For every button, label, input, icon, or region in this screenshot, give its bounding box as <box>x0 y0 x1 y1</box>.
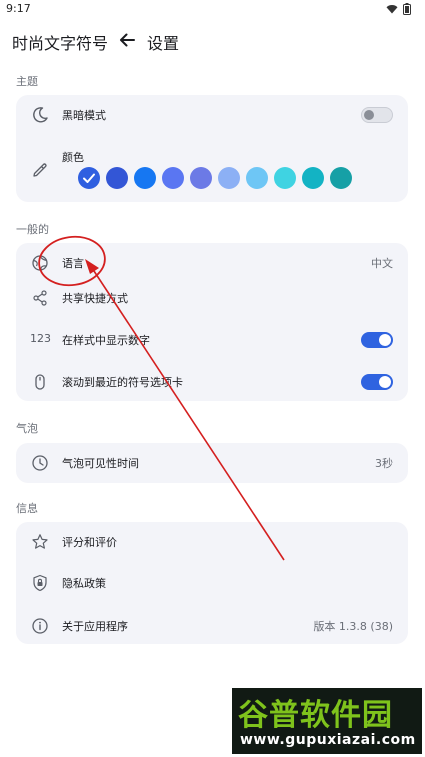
visibility-time-label: 气泡可见性时间 <box>62 457 139 470</box>
show-numbers-toggle[interactable] <box>361 332 393 348</box>
numbers-icon: 123 <box>30 332 51 345</box>
info-icon <box>32 618 48 634</box>
general-card: 语言 中文 共享快捷方式 123 在样式中显示数字 滚动到最近的符号选项卡 <box>16 243 408 401</box>
language-row[interactable]: 语言 中文 <box>16 243 408 283</box>
app-bar: 时尚文字符号 设置 <box>0 24 425 58</box>
privacy-label: 隐私政策 <box>62 577 106 590</box>
about-row[interactable]: 关于应用程序 版本 1.3.8 (38) <box>16 606 408 646</box>
watermark-url: www.gupuxiazai.com <box>240 732 416 748</box>
color-swatch[interactable] <box>246 167 268 189</box>
color-swatch[interactable] <box>190 167 212 189</box>
show-numbers-label: 在样式中显示数字 <box>62 334 150 347</box>
color-label: 颜色 <box>62 151 84 164</box>
dark-mode-label: 黑暗模式 <box>62 109 106 122</box>
check-icon <box>83 173 95 183</box>
globe-icon <box>32 255 48 271</box>
status-bar: 9:17 <box>0 0 425 20</box>
wifi-icon <box>386 5 398 14</box>
watermark-brand: 谷普软件园 <box>238 698 393 733</box>
share-icon <box>33 290 47 306</box>
language-value: 中文 <box>371 257 393 270</box>
status-time: 9:17 <box>6 2 31 15</box>
scroll-recent-toggle[interactable] <box>361 374 393 390</box>
theme-card: 黑暗模式 颜色 <box>16 95 408 202</box>
share-row[interactable]: 共享快捷方式 <box>16 278 408 318</box>
about-label: 关于应用程序 <box>62 620 128 633</box>
share-label: 共享快捷方式 <box>62 292 128 305</box>
watermark: 谷普软件园 www.gupuxiazai.com <box>232 688 422 754</box>
visibility-time-value: 3秒 <box>375 457 393 470</box>
show-numbers-row[interactable]: 123 在样式中显示数字 <box>16 320 408 360</box>
section-label-general: 一般的 <box>16 223 49 236</box>
app-title: 时尚文字符号 <box>12 34 109 53</box>
privacy-row[interactable]: 隐私政策 <box>16 563 408 603</box>
page-title: 设置 <box>147 34 180 53</box>
color-swatch[interactable] <box>218 167 240 189</box>
mouse-icon <box>35 374 45 390</box>
color-swatch[interactable] <box>78 167 100 189</box>
about-value: 版本 1.3.8 (38) <box>313 620 393 633</box>
dark-mode-toggle[interactable] <box>361 107 393 123</box>
eyedropper-icon <box>33 163 47 177</box>
color-swatch[interactable] <box>274 167 296 189</box>
info-card: 评分和评价 隐私政策 关于应用程序 版本 1.3.8 (38) <box>16 522 408 644</box>
shield-lock-icon <box>33 574 47 592</box>
visibility-time-row[interactable]: 气泡可见性时间 3秒 <box>16 443 408 483</box>
color-swatch[interactable] <box>134 167 156 189</box>
moon-icon <box>33 107 48 123</box>
section-label-bubble: 气泡 <box>16 422 38 435</box>
color-row: 颜色 <box>16 137 408 197</box>
arrow-left-icon[interactable] <box>117 30 137 50</box>
star-icon <box>32 534 48 549</box>
language-label: 语言 <box>62 257 84 270</box>
dark-mode-row[interactable]: 黑暗模式 <box>16 95 408 135</box>
color-swatch[interactable] <box>162 167 184 189</box>
color-swatch[interactable] <box>106 167 128 189</box>
scroll-recent-label: 滚动到最近的符号选项卡 <box>62 376 183 389</box>
scroll-recent-row[interactable]: 滚动到最近的符号选项卡 <box>16 362 408 402</box>
color-swatch[interactable] <box>330 167 352 189</box>
rate-label: 评分和评价 <box>62 536 117 549</box>
section-label-theme: 主题 <box>16 75 38 88</box>
bubble-card: 气泡可见性时间 3秒 <box>16 443 408 483</box>
status-icons <box>386 3 411 15</box>
battery-icon <box>403 3 411 15</box>
color-swatch[interactable] <box>302 167 324 189</box>
rate-row[interactable]: 评分和评价 <box>16 522 408 562</box>
section-label-info: 信息 <box>16 502 38 515</box>
clock-icon <box>32 455 48 471</box>
